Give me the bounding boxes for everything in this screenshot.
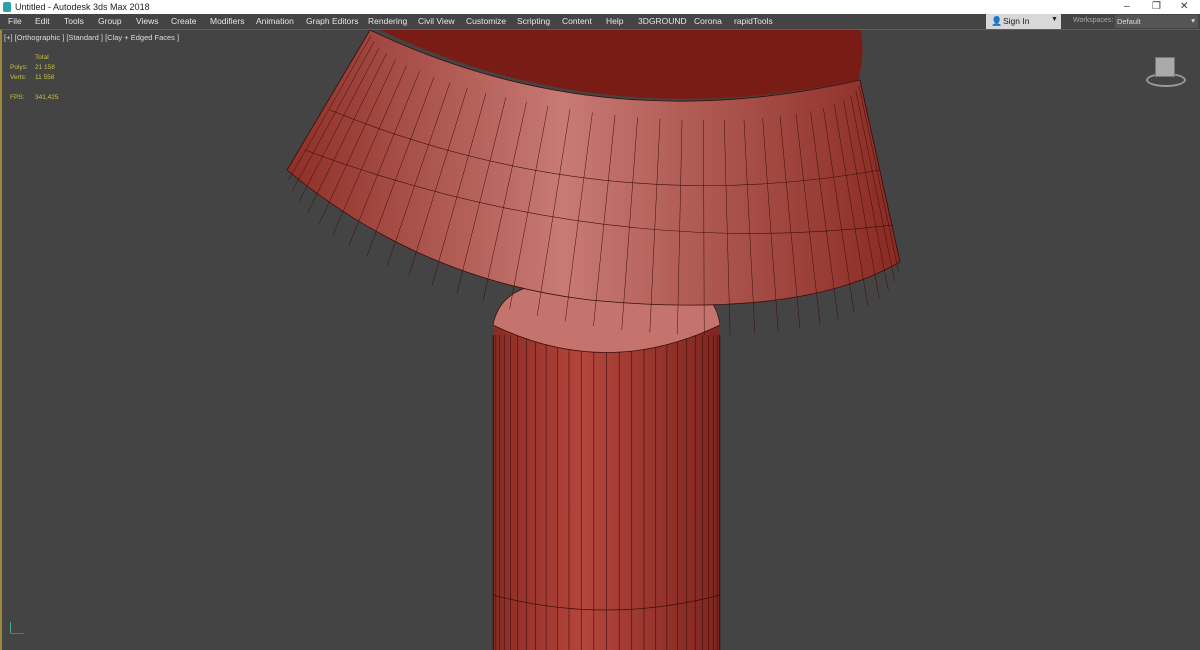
workspaces-dropdown[interactable]: Default ▾	[1115, 15, 1198, 28]
chevron-down-icon: ▾	[1191, 16, 1195, 25]
sign-in-label: Sign In	[1003, 16, 1030, 26]
lamp-mesh	[0, 0, 1200, 650]
close-button[interactable]: ✕	[1180, 1, 1188, 12]
menu-3dground[interactable]: 3DGROUND	[638, 16, 687, 26]
menu-views[interactable]: Views	[136, 16, 159, 26]
menu-corona[interactable]: Corona	[694, 16, 722, 26]
menu-help[interactable]: Help	[606, 16, 623, 26]
restore-button[interactable]: ❐	[1152, 1, 1161, 12]
verts-label: Verts:	[10, 74, 27, 81]
menu-edit[interactable]: Edit	[35, 16, 50, 26]
workspaces-label: Workspaces:	[1073, 17, 1114, 24]
polys-label: Polys:	[10, 64, 28, 71]
polys-value: 21 158	[35, 64, 55, 71]
stats-header: Total	[35, 54, 49, 61]
menu-scripting[interactable]: Scripting	[517, 16, 550, 26]
user-icon: 👤	[991, 16, 1003, 26]
window-title: Untitled - Autodesk 3ds Max 2018	[15, 2, 150, 12]
title-bar: Untitled - Autodesk 3ds Max 2018 – ❐ ✕	[0, 0, 1200, 14]
axis-gizmo-icon	[8, 620, 32, 636]
lamp-body	[493, 285, 720, 650]
menu-graph-editors[interactable]: Graph Editors	[306, 16, 358, 26]
menu-tools[interactable]: Tools	[64, 16, 84, 26]
app-icon	[3, 2, 11, 12]
chevron-down-icon: ▼	[1051, 16, 1058, 23]
menu-create[interactable]: Create	[171, 16, 197, 26]
menu-rendering[interactable]: Rendering	[368, 16, 407, 26]
menu-animation[interactable]: Animation	[256, 16, 294, 26]
sign-in-button[interactable]: 👤 Sign In ▼	[986, 14, 1061, 29]
fps-value: 341,425	[35, 94, 59, 101]
viewport-label[interactable]: [+] [Orthographic ] [Standard ] [Clay + …	[4, 33, 179, 42]
menu-rapidtools[interactable]: rapidTools	[734, 16, 773, 26]
workspaces-value: Default	[1117, 17, 1141, 26]
menu-group[interactable]: Group	[98, 16, 122, 26]
fps-label: FPS:	[10, 94, 25, 101]
menu-modifiers[interactable]: Modifiers	[210, 16, 244, 26]
menu-customize[interactable]: Customize	[466, 16, 506, 26]
verts-value: 11 558	[35, 74, 55, 81]
menu-content[interactable]: Content	[562, 16, 592, 26]
menu-civil-view[interactable]: Civil View	[418, 16, 455, 26]
viewcube-icon[interactable]	[1142, 55, 1186, 87]
lamp-shade	[287, 0, 900, 335]
minimize-button[interactable]: –	[1124, 1, 1130, 12]
menu-file[interactable]: File	[8, 16, 22, 26]
